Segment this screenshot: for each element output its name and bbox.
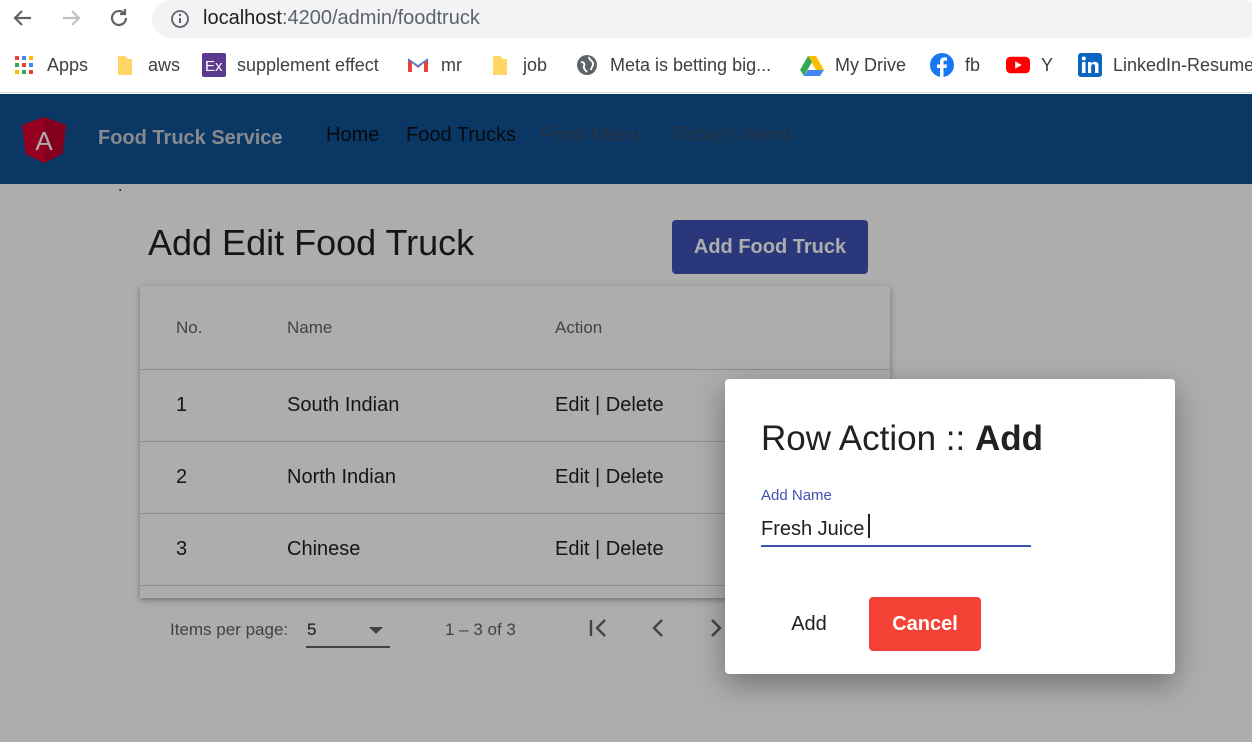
bookmark-aws[interactable]: aws: [113, 52, 180, 78]
url-host: localhost: [203, 7, 282, 29]
dialog-add-button[interactable]: Add: [773, 597, 845, 651]
apps-grid-icon: [12, 53, 36, 77]
bookmark-label: Apps: [47, 54, 89, 75]
browser-url-bar: localhost:4200/admin/foodtruck: [0, 0, 1252, 40]
facebook-icon: [930, 53, 954, 77]
ex-icon: Ex: [202, 53, 226, 77]
globe-icon: [575, 53, 599, 77]
bookmark-my-drive[interactable]: My Drive: [800, 52, 906, 78]
bookmark-supplement-effect[interactable]: Ex supplement effect: [202, 52, 379, 78]
bookmark-apps[interactable]: Apps: [12, 52, 88, 78]
bookmarks-bar: Apps aws Ex supplement effect mr job Met…: [0, 40, 1252, 93]
gmail-icon: [406, 53, 430, 77]
bookmark-fb[interactable]: fb: [930, 52, 980, 78]
bookmark-label: aws: [148, 54, 181, 75]
linkedin-icon: [1078, 53, 1102, 77]
dialog-title: Row Action :: Add: [761, 419, 1043, 459]
url-text: localhost:4200/admin/foodtruck: [203, 7, 480, 30]
bookmark-label: supplement effect: [237, 54, 379, 75]
dialog-title-prefix: Row Action ::: [761, 419, 975, 458]
bookmark-label: LinkedIn-Resume: [1113, 54, 1252, 75]
site-info-icon[interactable]: [170, 9, 190, 34]
bookmark-label: mr: [441, 54, 462, 75]
address-bar[interactable]: localhost:4200/admin/foodtruck: [152, 0, 1252, 38]
bookmark-meta[interactable]: Meta is betting big...: [575, 52, 771, 78]
bookmark-job[interactable]: job: [488, 52, 547, 78]
text-cursor: [868, 514, 870, 538]
drive-icon: [800, 53, 824, 77]
bookmark-y[interactable]: Y: [1006, 52, 1053, 78]
bookmark-mr[interactable]: mr: [406, 52, 462, 78]
youtube-icon: [1006, 53, 1030, 77]
folder-icon: [113, 53, 137, 77]
row-action-dialog: Row Action :: Add Add Name Add Cancel: [725, 379, 1175, 674]
bookmark-linkedin-resume[interactable]: LinkedIn-Resume: [1078, 52, 1252, 78]
url-path: :4200/admin/foodtruck: [281, 7, 480, 29]
dialog-title-action: Add: [974, 419, 1044, 458]
bookmark-label: Meta is betting big...: [610, 54, 772, 75]
folder-icon: [488, 53, 512, 77]
dialog-cancel-button[interactable]: Cancel: [869, 597, 981, 651]
bookmark-label: fb: [965, 54, 981, 75]
svg-text:Ex: Ex: [205, 58, 223, 75]
name-input-underline: [761, 545, 1031, 547]
bookmark-label: My Drive: [835, 54, 906, 75]
bookmark-label: job: [523, 54, 548, 75]
name-field-label: Add Name: [761, 487, 832, 504]
back-icon[interactable]: [8, 5, 38, 31]
reload-icon[interactable]: [104, 5, 134, 31]
name-input[interactable]: [761, 510, 1031, 548]
bookmark-label: Y: [1041, 54, 1054, 75]
forward-icon[interactable]: [56, 5, 86, 31]
